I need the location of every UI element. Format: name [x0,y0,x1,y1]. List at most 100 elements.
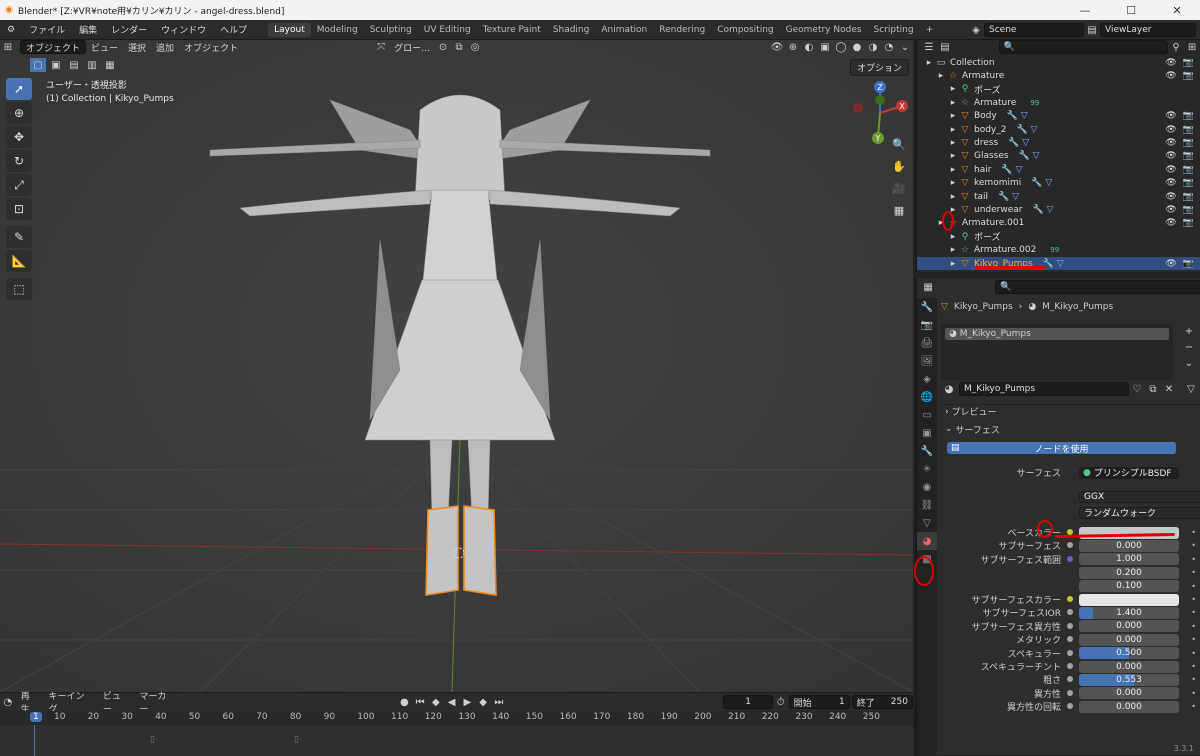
scene-tab-icon[interactable]: ◈ [917,370,937,388]
numeric-slider-field[interactable]: 0.000 [1079,660,1179,673]
xray-toggle-icon[interactable]: ▣ [817,40,833,54]
end-frame-field[interactable]: 終了 250 [851,695,913,709]
eye-icon[interactable]: 👁 [1165,125,1176,135]
fake-user-icon[interactable]: ♡ [1129,382,1145,396]
render-camera-icon[interactable]: 📷 [1183,218,1194,228]
eye-icon[interactable]: 👁 [1165,71,1176,81]
numeric-slider-field[interactable]: 0.000 [1079,700,1179,713]
playhead[interactable] [34,725,35,756]
mesh-data-tab-icon[interactable]: ▽ [917,514,937,532]
preview-panel-header[interactable]: › プレビュー [941,404,1200,418]
play-icon[interactable]: ▶ [460,695,476,709]
workspace-tab-rendering[interactable]: Rendering [653,23,711,37]
input-socket-icon[interactable] [1067,689,1073,696]
input-socket-icon[interactable] [1067,622,1073,629]
workspace-tab-shading[interactable]: Shading [547,23,596,37]
options-dropdown[interactable]: オプション [849,59,909,76]
disclosure-arrow-icon[interactable]: ▸ [947,245,959,255]
workspace-tab-layout[interactable]: Layout [268,22,311,37]
outliner-row[interactable]: ▸ ▽ kemomimi 🔧 ▽ 👁 📷 [917,177,1200,190]
link-type-icon[interactable]: ▽ [1183,382,1199,396]
render-camera-icon[interactable]: 📷 [1183,205,1194,215]
menu-window[interactable]: ウィンドウ [154,23,213,36]
pan-hand-icon[interactable]: ✋ [890,157,908,175]
start-frame-field[interactable]: 開始 1 [788,695,850,709]
gizmo-neg-y-icon[interactable] [875,95,885,105]
render-camera-icon[interactable]: 📷 [1183,151,1194,161]
input-socket-icon[interactable] [1067,555,1073,562]
object-tab-icon[interactable]: ▣ [917,424,937,442]
surface-shader-field[interactable]: ● プリンシプルBSDF [1079,466,1179,479]
menu-view[interactable]: ビュー [86,41,123,54]
outliner-row[interactable]: ▸ ▽ dress 🔧 ▽ 👁 📷 [917,136,1200,149]
workspace-tab-texture-paint[interactable]: Texture Paint [477,23,547,37]
outliner-row[interactable]: ▸ ☆ Armature 👁 📷 [917,69,1200,82]
menu-render[interactable]: レンダー [104,23,154,36]
annotate-tool-icon[interactable]: ✎ [6,226,32,248]
menu-help[interactable]: ヘルプ [213,23,254,36]
outliner-row[interactable]: ▸ ▽ Body 🔧 ▽ 👁 📷 [917,110,1200,123]
subsurface-method-dropdown[interactable]: ランダムウォーク [1079,506,1200,519]
menu-edit[interactable]: 編集 [72,23,104,36]
input-socket-icon[interactable] [1067,703,1073,710]
slot-specials-icon[interactable]: ⌄ [1181,356,1197,370]
render-tab-icon[interactable]: 📷 [917,316,937,334]
shading-rendered-icon[interactable]: ◔ [881,40,897,54]
particles-tab-icon[interactable]: ✳ [917,460,937,478]
scale-tool-icon[interactable]: ⤢ [6,174,32,196]
eye-icon[interactable]: 👁 [1165,151,1176,161]
next-keyframe-icon[interactable]: ◆ [475,695,491,709]
add-cube-tool-icon[interactable]: ⬚ [6,278,32,300]
use-nodes-button[interactable]: ▤ ノードを使用 [947,442,1176,455]
disclosure-arrow-icon[interactable]: ▸ [947,111,959,121]
view-layer-field[interactable]: ViewLayer [1100,23,1196,37]
select-box-tool-icon[interactable]: ➚ [6,78,32,100]
numeric-slider-field[interactable]: 0.000 [1079,539,1179,552]
timeline-editor-type-icon[interactable]: ◔ [0,695,16,709]
select-subtract-icon[interactable]: ▤ [66,58,82,72]
disclosure-arrow-icon[interactable]: ▸ [947,138,959,148]
input-socket-icon[interactable] [1067,676,1073,683]
tool-tab-icon[interactable]: 🔧 [917,298,937,316]
menu-add[interactable]: 追加 [151,41,179,54]
snap-icon[interactable]: ⧉ [451,40,467,54]
overlay-toggle-icon[interactable]: ◐ [801,40,817,54]
keyframe-dot-icon[interactable]: • [1191,662,1196,671]
numeric-slider-field[interactable]: 0.000 [1079,633,1179,646]
modifier-data-icon[interactable]: 🔧 ▽ [1032,205,1053,215]
cursor-tool-icon[interactable]: ⊕ [6,102,32,124]
disclosure-arrow-icon[interactable]: ▸ [935,71,947,81]
workspace-tab-uv-editing[interactable]: UV Editing [418,23,477,37]
material-tab-icon[interactable]: ◕ [917,532,937,550]
workspace-tab-animation[interactable]: Animation [595,23,653,37]
input-socket-icon[interactable] [1067,596,1073,602]
timeline-track-area[interactable]: ▯ ▯ [0,725,913,756]
proportional-edit-icon[interactable]: ◎ [467,40,483,54]
render-camera-icon[interactable]: 📷 [1183,259,1194,269]
numeric-slider-field[interactable]: 0.000 [1079,620,1179,633]
keyframe-dot-icon[interactable]: • [1191,689,1196,698]
select-intersect-icon[interactable]: ▦ [102,58,118,72]
keyframe-dot-icon[interactable]: • [1191,649,1196,658]
disclosure-arrow-icon[interactable]: ▸ [947,178,959,188]
modifier-data-icon[interactable]: 🔧 ▽ [1043,259,1064,269]
render-camera-icon[interactable]: 📷 [1183,178,1194,188]
gizmo-neg-x-icon[interactable] [853,103,863,113]
mode-dropdown[interactable]: オブジェクト [20,40,87,54]
editor-type-icon[interactable]: ⊞ [0,40,16,54]
shading-material-icon[interactable]: ◑ [865,40,881,54]
visibility-icon[interactable]: 👁 [769,40,785,54]
frame-ruler[interactable]: 1 10 20 30 40 50 60 70 80 90 100 110 120 130 140 150 160… [0,711,913,725]
input-socket-icon[interactable] [1067,663,1073,669]
outliner-row[interactable]: ▸ ▽ Glasses 🔧 ▽ 👁 📷 [917,150,1200,163]
modifier-tab-icon[interactable]: 🔧 [917,442,937,460]
disclosure-arrow-icon[interactable]: ▸ [947,125,959,135]
select-invert-icon[interactable]: ▥ [84,58,100,72]
disclosure-arrow-icon[interactable]: ▸ [947,192,959,202]
new-collection-icon[interactable]: ⊞ [1184,40,1200,54]
workspace-tab-geometry-nodes[interactable]: Geometry Nodes [780,23,868,37]
workspace-tab-modeling[interactable]: Modeling [311,23,364,37]
numeric-slider-field[interactable]: 0.500 [1079,647,1179,660]
shading-wireframe-icon[interactable]: ◯ [833,40,849,54]
world-tab-icon[interactable]: 🌐 [917,388,937,406]
